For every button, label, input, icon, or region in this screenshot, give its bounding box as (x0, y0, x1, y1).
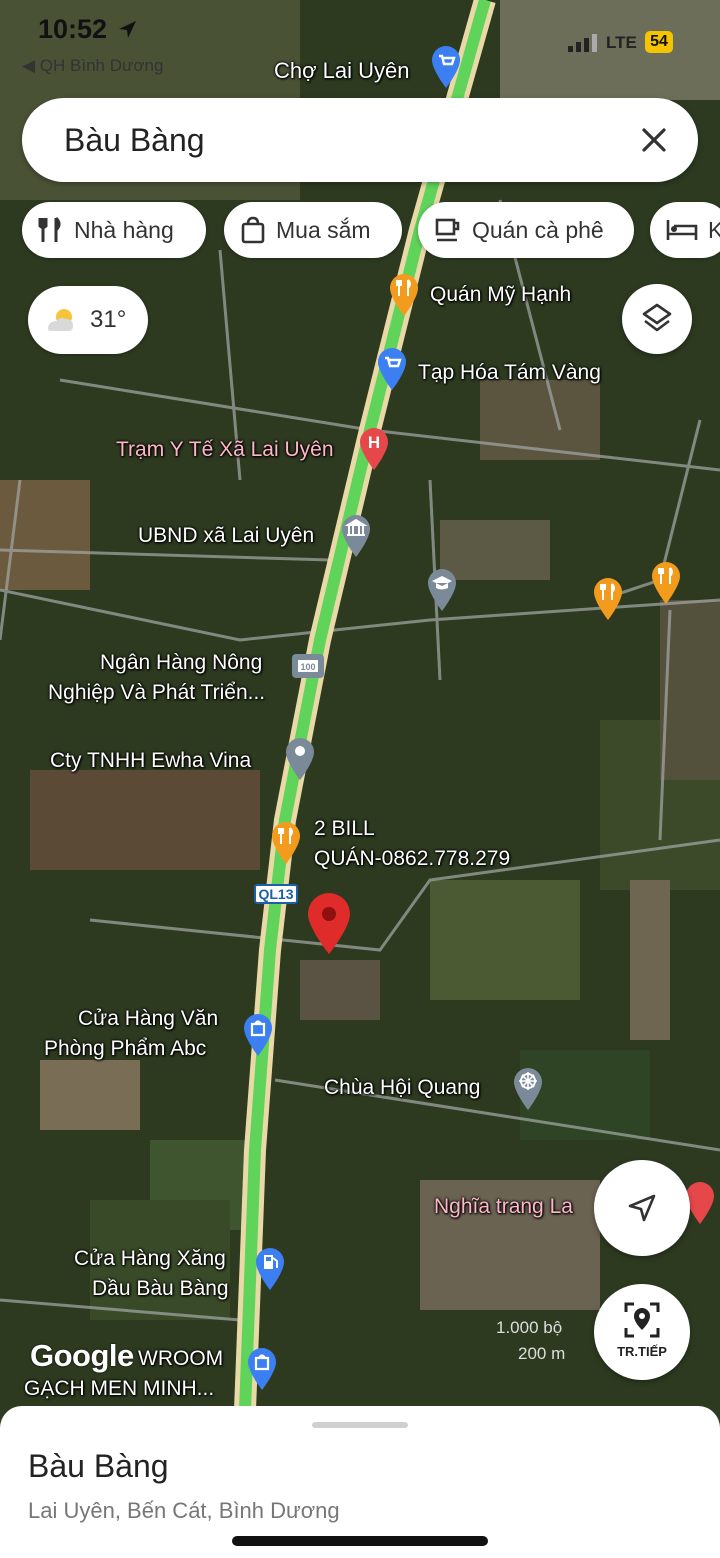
search-query[interactable]: Bàu Bàng (64, 122, 205, 159)
chip-cafes[interactable]: Quán cà phê (418, 202, 634, 258)
chip-label: Quán cà phê (472, 216, 604, 243)
place-label[interactable]: Nghiệp Và Phát Triển... (48, 678, 265, 708)
svg-text:H: H (368, 433, 380, 452)
place-label[interactable]: QUÁN-0862.778.279 (314, 844, 510, 874)
shopping-bag-icon (241, 216, 265, 244)
bank-pin-icon[interactable]: 100 (290, 650, 326, 682)
place-label[interactable]: Cửa Hàng Xăng (74, 1244, 226, 1274)
restaurant-pin-icon[interactable] (270, 820, 302, 864)
chip-label: K (708, 216, 720, 243)
weather-temperature: 31° (90, 306, 127, 333)
place-pin-icon[interactable] (284, 736, 316, 780)
svg-text:100: 100 (300, 662, 315, 672)
signal-icon (568, 34, 597, 52)
place-label[interactable]: Nghĩa trang La (434, 1192, 573, 1222)
place-label[interactable]: Trạm Y Tế Xã Lai Uyên (116, 435, 334, 465)
chip-shopping[interactable]: Mua sắm (224, 202, 402, 258)
restaurant-pin-icon[interactable] (650, 560, 682, 604)
network-type: LTE (606, 33, 637, 52)
directions-button[interactable]: TR.TIẾP (594, 1284, 690, 1380)
home-indicator[interactable] (232, 1536, 488, 1546)
shopping-pin-icon[interactable] (242, 1012, 274, 1056)
hospital-pin-icon[interactable]: H (358, 426, 390, 470)
map-scale: 1.000 bộ 200 m (490, 1318, 586, 1368)
government-pin-icon[interactable] (340, 513, 372, 557)
location-arrow-icon (119, 21, 136, 38)
place-label[interactable]: Cửa Hàng Văn (78, 1004, 218, 1034)
restaurant-icon (38, 216, 61, 242)
place-label[interactable]: Ngân Hàng Nông (100, 648, 262, 678)
place-title: Bàu Bàng (28, 1448, 169, 1484)
shopping-pin-icon[interactable] (246, 1346, 278, 1390)
chip-hotels[interactable]: K (650, 202, 720, 258)
live-view-icon (624, 1302, 660, 1338)
restaurant-pin-icon[interactable] (592, 576, 624, 620)
chip-restaurants[interactable]: Nhà hàng (22, 202, 206, 258)
place-label[interactable]: GẠCH MEN MINH... (24, 1374, 214, 1404)
place-label[interactable]: Phòng Phẩm Abc (44, 1034, 206, 1064)
scale-bottom-label: 200 m (518, 1344, 566, 1363)
selected-location-pin-icon[interactable] (306, 892, 352, 954)
status-bar: 10:52 ◀ QH Bình Dương LTE 54 (0, 0, 720, 90)
place-bottom-sheet[interactable]: Bàu Bàng Lai Uyên, Bến Cát, Bình Dương (0, 1406, 720, 1558)
route-sign: QL13 (254, 884, 298, 904)
layers-button[interactable] (622, 284, 692, 354)
my-location-button[interactable] (594, 1160, 690, 1256)
hotel-icon (666, 220, 698, 240)
temple-pin-icon[interactable] (512, 1066, 544, 1110)
search-bar[interactable]: Bàu Bàng (22, 98, 698, 182)
place-label[interactable]: Quán Mỹ Hạnh (430, 280, 571, 310)
place-label[interactable]: Cty TNHH Ewha Vina (50, 746, 251, 776)
place-label[interactable]: UBND xã Lai Uyên (138, 521, 314, 551)
restaurant-pin-icon[interactable] (388, 272, 420, 316)
chip-label: Mua sắm (276, 216, 371, 243)
school-pin-icon[interactable] (426, 567, 458, 611)
place-label[interactable]: 2 BILL (314, 814, 375, 844)
google-logo: Google (30, 1338, 134, 1373)
place-label[interactable]: WROOM (138, 1344, 223, 1374)
battery-indicator: 54 (645, 31, 673, 53)
scale-top-label: 1.000 bộ (496, 1318, 563, 1337)
close-icon[interactable] (636, 122, 672, 158)
partly-sunny-icon (48, 309, 73, 331)
shopping-pin-icon[interactable] (376, 346, 408, 390)
coffee-icon (435, 218, 460, 242)
place-label[interactable]: Tạp Hóa Tám Vàng (418, 358, 601, 388)
place-label[interactable]: Dầu Bàu Bàng (92, 1274, 229, 1304)
status-time: 10:52 (38, 14, 108, 44)
chip-label: Nhà hàng (74, 216, 174, 243)
place-label[interactable]: Chùa Hội Quang (324, 1073, 480, 1103)
back-to-app-link[interactable]: ◀ QH Bình Dương (22, 56, 163, 76)
directions-label: TR.TIẾP (617, 1344, 667, 1359)
weather-badge[interactable]: 31° (28, 286, 148, 354)
sheet-drag-handle[interactable] (312, 1422, 408, 1428)
place-address: Lai Uyên, Bến Cát, Bình Dương (28, 1498, 340, 1523)
layers-icon (642, 303, 672, 332)
navigation-arrow-icon (628, 1194, 656, 1222)
gas-station-pin-icon[interactable] (254, 1246, 286, 1290)
